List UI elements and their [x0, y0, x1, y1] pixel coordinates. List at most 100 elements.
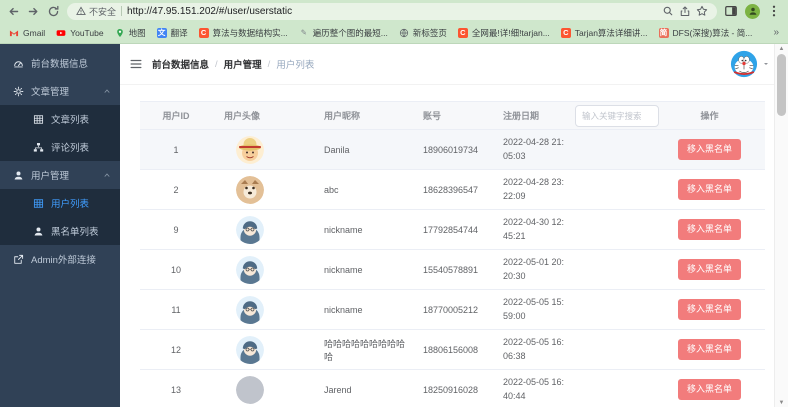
- sidebar-item-label: 文章管理: [31, 87, 70, 98]
- avatar-cell: [212, 169, 312, 210]
- page-scrollbar[interactable]: ▲ ▼: [774, 44, 788, 407]
- action-cell: 移入黑名单: [654, 169, 765, 210]
- scroll-up-icon[interactable]: ▲: [775, 44, 788, 53]
- user-avatar: [236, 175, 264, 204]
- browser-profile-avatar[interactable]: [745, 3, 760, 19]
- blacklist-button[interactable]: 移入黑名单: [677, 379, 741, 400]
- bookmark-jianshu[interactable]: 简 DFS(深搜)算法 - 简...: [658, 27, 753, 39]
- user-id-cell: 11: [140, 289, 212, 330]
- table-row: 10 nickname 15540578891 2022-05-01 20:20:30…: [140, 249, 765, 290]
- register-date-text: 2022-05-05 16:40:44: [503, 376, 565, 401]
- bookmark-maps[interactable]: 地图: [115, 27, 146, 39]
- bookmark-translate[interactable]: 文翻译: [156, 27, 188, 39]
- bookmark-csdn-3[interactable]: C Tarjan算法详细讲...: [560, 27, 648, 39]
- gear-icon: [13, 86, 24, 97]
- breadcrumb-item[interactable]: 前台数据信息: [152, 57, 209, 71]
- caret-up-icon: [103, 87, 111, 95]
- security-chip[interactable]: 不安全: [76, 5, 116, 18]
- user-icon: [13, 170, 24, 181]
- sidebar-item-user-mgmt[interactable]: 用户管理: [0, 161, 120, 189]
- user-menu[interactable]: [730, 50, 770, 78]
- register-date-cell: 2022-04-28 23:22:09: [491, 169, 571, 210]
- main-panel: 前台数据信息 / 用户管理 / 用户列表 用户ID 用户头像 用户昵称 账号 注…: [120, 44, 788, 407]
- back-icon[interactable]: [7, 5, 20, 18]
- user-avatar: [236, 375, 264, 404]
- bookmark-label: 遍历整个图的最短...: [312, 27, 388, 38]
- sidebar-item-blacklist[interactable]: 黑名单列表: [0, 217, 120, 245]
- col-nickname: 用户昵称: [312, 101, 411, 130]
- account-cell: 18250916028: [411, 369, 491, 407]
- sidebar-item-user-list[interactable]: 用户列表: [0, 189, 120, 217]
- blacklist-button[interactable]: 移入黑名单: [677, 219, 741, 240]
- share-icon[interactable]: [679, 5, 691, 17]
- avatar-cell: [212, 329, 312, 370]
- bookmark-csdn-1[interactable]: C 算法与数据结构实...: [198, 27, 288, 39]
- blacklist-button[interactable]: 移入黑名单: [677, 179, 741, 200]
- content-topbar: 前台数据信息 / 用户管理 / 用户列表: [120, 44, 788, 85]
- nickname-cell: nickname: [312, 249, 411, 290]
- account-cell: 18770005212: [411, 289, 491, 330]
- avatar-cell: [212, 369, 312, 407]
- user-id-cell: 13: [140, 369, 212, 407]
- avatar-cell: [212, 129, 312, 170]
- sidebar-item-front-data[interactable]: 前台数据信息: [0, 49, 120, 77]
- bookmark-newtab[interactable]: 新标签页: [399, 27, 447, 39]
- search-column-cell: [571, 289, 654, 330]
- register-date-text: 2022-04-30 12:45:21: [503, 216, 565, 241]
- blacklist-button[interactable]: 移入黑名单: [677, 259, 741, 280]
- user-id-cell: 2: [140, 169, 212, 210]
- address-bar[interactable]: 不安全 http://47.95.151.202/#/user/userstat…: [67, 2, 717, 20]
- bookmark-csdn-2[interactable]: C 全网最!详!细!tarjan...: [457, 27, 550, 39]
- sidebar-nav: 前台数据信息文章管理文章列表 评论列表 用户管理用户列表黑名单列表 Admin外部连接: [0, 44, 120, 407]
- bookmarks-overflow-chevron[interactable]: »: [773, 27, 779, 38]
- breadcrumb-item[interactable]: 用户管理: [224, 57, 262, 71]
- blacklist-button[interactable]: 移入黑名单: [677, 139, 741, 160]
- breadcrumb: 前台数据信息 / 用户管理 / 用户列表: [152, 57, 314, 72]
- scrollbar-thumb[interactable]: [777, 54, 786, 116]
- blacklist-button[interactable]: 移入黑名单: [677, 339, 741, 360]
- side-panel-icon[interactable]: [724, 4, 738, 18]
- user-list-page: 用户ID 用户头像 用户昵称 账号 注册日期 操作 1 Danila1890601…: [120, 85, 788, 407]
- chevron-down-icon: [762, 60, 770, 68]
- forward-icon[interactable]: [27, 5, 40, 18]
- table-row: 9 nickname 17792854744 2022-04-30 12:45:21 移…: [140, 209, 765, 250]
- table-row: 2 abc 18628396547 2022-04-28 23:22:09 移入黑名单: [140, 169, 765, 210]
- sidebar-item-article-list[interactable]: 文章列表: [0, 105, 120, 133]
- account-cell: 17792854744: [411, 209, 491, 250]
- maps-pin-icon: [115, 28, 125, 38]
- nickname-cell: nickname: [312, 289, 411, 330]
- nickname-cell: Danila: [312, 129, 411, 170]
- action-cell: 移入黑名单: [654, 209, 765, 250]
- search-column-cell: [571, 249, 654, 290]
- hamburger-icon[interactable]: [129, 57, 143, 71]
- scroll-down-icon[interactable]: ▼: [775, 398, 788, 407]
- bookmark-star-icon[interactable]: [696, 5, 708, 17]
- user-id-cell: 9: [140, 209, 212, 250]
- sidebar-item-admin-link[interactable]: Admin外部连接: [0, 245, 120, 273]
- youtube-icon: [56, 28, 66, 38]
- sidebar-item-article-mgmt[interactable]: 文章管理: [0, 77, 120, 105]
- gmail-icon: [9, 28, 19, 38]
- search-input[interactable]: [575, 104, 659, 127]
- security-label: 不安全: [89, 6, 117, 17]
- warning-icon: [76, 6, 86, 16]
- sidebar-item-comment-list[interactable]: 评论列表: [0, 133, 120, 161]
- user-avatar: [236, 335, 264, 364]
- zoom-icon[interactable]: [662, 5, 674, 17]
- blacklist-button[interactable]: 移入黑名单: [677, 299, 741, 320]
- sidebar-item-label: 用户列表: [51, 199, 90, 210]
- grid-icon: [33, 198, 44, 209]
- bookmark-youtube[interactable]: YouTube: [56, 28, 104, 38]
- sitemap-icon: [33, 142, 44, 153]
- bookmark-label: DFS(深搜)算法 - 简...: [672, 27, 753, 38]
- bookmark-article-1[interactable]: ✎ 遍历整个图的最短...: [299, 27, 388, 39]
- jianshu-icon: 简: [658, 27, 669, 38]
- admin-app: 前台数据信息 文章管理 文章列表 评论列表 用户管理 用户列表 黑名单列表 Admin外部连接…: [0, 44, 788, 407]
- user-avatar: [236, 215, 264, 244]
- bookmarks-bar: Gmail YouTube 地图文翻译 C 算法与数据结构实... ✎ 遍历整个图的最短..…: [0, 22, 788, 44]
- register-date-cell: 2022-05-05 16:40:44: [491, 369, 571, 407]
- bookmark-gmail[interactable]: Gmail: [9, 28, 45, 38]
- reload-icon[interactable]: [47, 5, 60, 18]
- register-date-cell: 2022-04-30 12:45:21: [491, 209, 571, 250]
- browser-menu-icon[interactable]: [767, 4, 781, 18]
